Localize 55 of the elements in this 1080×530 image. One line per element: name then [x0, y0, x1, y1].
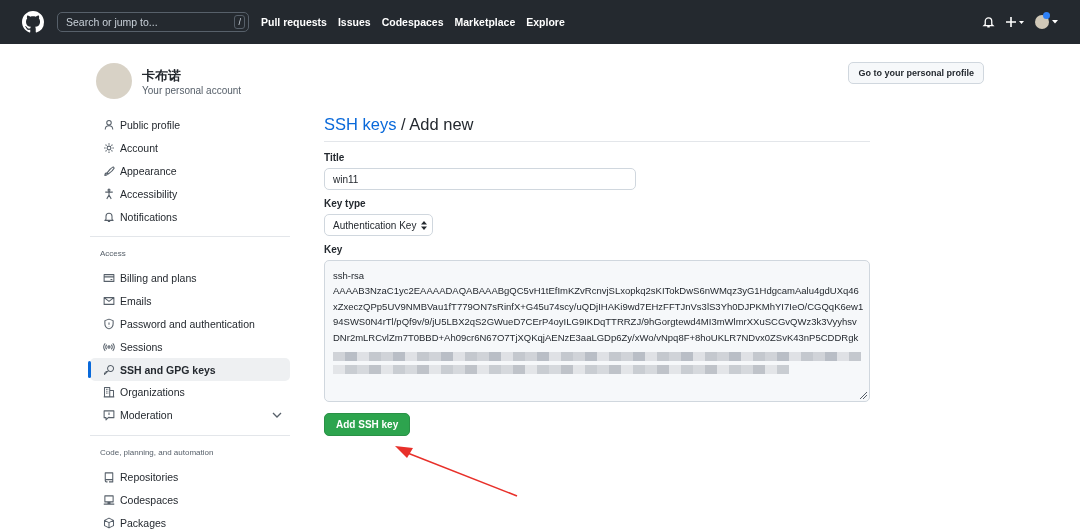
account-name: 卡布诺	[142, 66, 182, 85]
broadcast-icon	[103, 340, 115, 353]
nav-link[interactable]: Issues	[337, 16, 371, 28]
nav-link[interactable]: Marketplace	[454, 16, 516, 28]
sidebar-item[interactable]: Appearance	[90, 159, 290, 183]
bell-icon	[103, 210, 115, 223]
key-textarea[interactable]: ssh-rsa AAAAB3NzaC1yc2EAAAADAQABAAABgQC5vH1tEfImKZvRcnvjSLxopkq2sKITokDwS6nWMqz3yG1HdgcamAalu4gdUXq46 xZxeczQPp5UV9NMBVau1fT779ON7sRinfX+G45u74scy/uQDjIHAKi9wd7EHzFFTJnVs3lS3Yh0DJPKMhYI7IeO/CGQqK6ew1 94SWS0N4rTl/pQf9v/9/jU5LBX2qS2GWueD7CErP4oyILG9IKDqTTRRZJ/9hGorgtewd4MI3mWlmrXXuSCGvQWz3k3Vyyhsv DNr2mLRCvlZm7T0BBD+Ah09cr6N67O7TjXQKqjAENzE3aaLGDp6Zy/xWo/vNpq8F+8hoUKLR7NDvx0ZSvK43nP5CDDRgk	[324, 260, 870, 402]
computer-icon	[103, 493, 115, 506]
building-icon	[103, 386, 115, 399]
paintbrush-icon	[103, 165, 115, 177]
envelope-icon	[103, 295, 115, 308]
sidebar-item[interactable]: Billing and plans	[90, 267, 290, 290]
section-heading: Access	[100, 248, 127, 260]
bell-icon[interactable]	[982, 15, 995, 29]
sidebar-item[interactable]: Codespaces	[90, 488, 290, 512]
plus-dropdown-icon[interactable]	[1005, 16, 1025, 28]
package-icon	[103, 516, 115, 529]
sidebar-item[interactable]: Repositories	[90, 465, 290, 489]
sidebar-item[interactable]: Sessions	[90, 335, 290, 359]
nav-link[interactable]: Codespaces	[381, 16, 444, 28]
field-label: Key type	[324, 198, 367, 209]
sidebar-item[interactable]: Notifications	[90, 205, 290, 228]
report-icon	[103, 409, 115, 422]
sidebar-item[interactable]: SSH and GPG keys	[90, 358, 290, 381]
user-menu[interactable]	[1035, 15, 1058, 29]
nav-link[interactable]: Explore	[526, 16, 565, 28]
avatar-placeholder	[96, 63, 132, 99]
account-subtitle: Your personal account	[142, 84, 242, 96]
credit-card-icon	[103, 272, 115, 285]
field-label: Title	[324, 152, 346, 163]
shortcut-key: /	[234, 15, 245, 29]
nav-link[interactable]: Pull requests	[261, 16, 327, 28]
field-label: Key	[324, 244, 344, 255]
section-heading: Code, planning, and automation	[100, 446, 215, 459]
sidebar-item[interactable]: Account	[90, 136, 290, 160]
key-type-select[interactable]: Authentication Key	[324, 214, 434, 236]
shield-icon	[103, 317, 115, 330]
sidebar-item[interactable]: Emails	[90, 289, 290, 313]
ssh-keys-link[interactable]: SSH keys	[324, 115, 397, 133]
sidebar-item[interactable]: Password and authentication	[90, 312, 290, 336]
accessibility-icon	[103, 187, 115, 200]
up-down-caret-icon	[421, 220, 428, 230]
sidebar-item[interactable]: Accessibility	[90, 182, 290, 206]
sidebar-item[interactable]: Organizations	[90, 380, 290, 404]
sidebar-item[interactable]: Moderation	[90, 403, 290, 427]
octocat-logo-icon[interactable]	[22, 11, 44, 33]
page-heading: / Add new	[401, 115, 474, 133]
title-input[interactable]: win11	[324, 168, 636, 190]
caret-icon	[1052, 20, 1058, 24]
person-icon	[103, 119, 115, 132]
sidebar-item[interactable]: Public profile	[90, 114, 290, 137]
repo-icon	[103, 470, 115, 483]
sidebar-item[interactable]: Packages	[90, 511, 290, 530]
resize-handle-icon[interactable]	[860, 392, 867, 399]
profile-button[interactable]: Go to your personal profile	[848, 62, 984, 84]
